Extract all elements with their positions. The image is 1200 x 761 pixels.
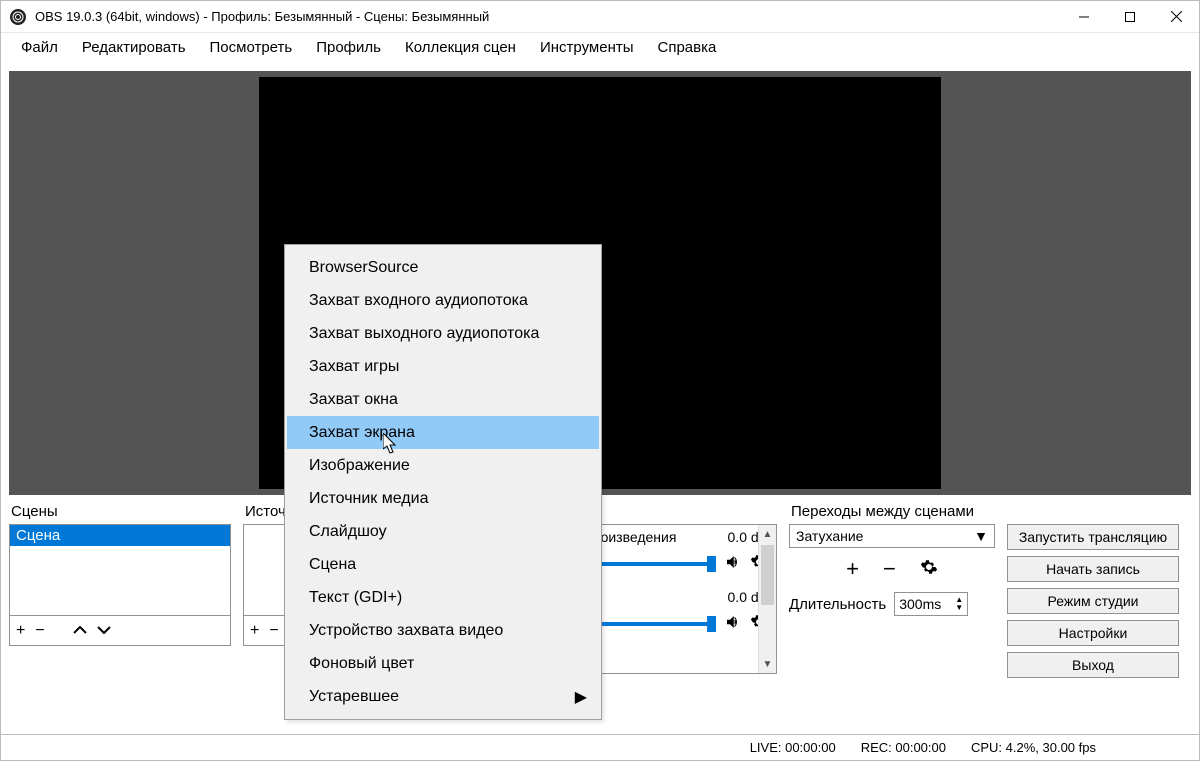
spinbox-arrows-icon[interactable]: ▲▼	[955, 596, 963, 612]
add-transition-icon[interactable]: +	[846, 556, 859, 582]
menu-help[interactable]: Справка	[646, 35, 729, 60]
ctx-item-deprecated[interactable]: Устаревшее ▶	[287, 680, 599, 713]
maximize-button[interactable]	[1107, 1, 1153, 33]
window-title: OBS 19.0.3 (64bit, windows) - Профиль: Б…	[35, 9, 1061, 24]
add-source-context-menu: BrowserSource Захват входного аудиопоток…	[284, 244, 602, 720]
exit-button[interactable]: Выход	[1007, 652, 1179, 678]
remove-scene-icon[interactable]: −	[35, 623, 44, 639]
ctx-item-window-capture[interactable]: Захват окна	[287, 383, 599, 416]
start-stream-button[interactable]: Запустить трансляцию	[1007, 524, 1179, 550]
speaker-icon[interactable]	[724, 553, 742, 575]
ctx-item-display-capture[interactable]: Захват экрана	[287, 416, 599, 449]
studio-mode-button[interactable]: Режим студии	[1007, 588, 1179, 614]
start-record-button[interactable]: Начать запись	[1007, 556, 1179, 582]
menu-file[interactable]: Файл	[9, 35, 70, 60]
obs-app-icon	[9, 8, 27, 26]
minimize-button[interactable]	[1061, 1, 1107, 33]
remove-source-icon[interactable]: −	[269, 623, 278, 639]
transitions-panel: Переходы между сценами Затухание ▼ + − Д…	[789, 499, 995, 616]
transition-selected: Затухание	[796, 528, 863, 544]
remove-transition-icon[interactable]: −	[883, 556, 896, 582]
ctx-item-text-gdi[interactable]: Текст (GDI+)	[287, 581, 599, 614]
duration-value: 300ms	[899, 596, 941, 612]
settings-button[interactable]: Настройки	[1007, 620, 1179, 646]
scenes-toolbar: + −	[10, 615, 230, 645]
mixer-scrollbar[interactable]: ▲ ▼	[758, 525, 776, 673]
status-cpu: CPU: 4.2%, 30.00 fps	[959, 740, 1109, 755]
scene-down-icon[interactable]	[97, 623, 111, 639]
controls-panel: . Запустить трансляцию Начать запись Реж…	[1007, 499, 1179, 684]
scroll-up-icon[interactable]: ▲	[759, 525, 776, 543]
scenes-list[interactable]: Сцена + −	[9, 524, 231, 646]
ctx-item-color-source[interactable]: Фоновый цвет	[287, 647, 599, 680]
add-source-icon[interactable]: +	[250, 623, 259, 639]
transition-settings-icon[interactable]	[920, 558, 938, 580]
scene-item[interactable]: Сцена	[10, 525, 230, 546]
window-titlebar: OBS 19.0.3 (64bit, windows) - Профиль: Б…	[1, 1, 1199, 33]
ctx-item-game-capture[interactable]: Захват игры	[287, 350, 599, 383]
ctx-item-image[interactable]: Изображение	[287, 449, 599, 482]
menu-tools[interactable]: Инструменты	[528, 35, 646, 60]
menu-profile[interactable]: Профиль	[304, 35, 393, 60]
scroll-thumb[interactable]	[761, 545, 774, 605]
ctx-item-slideshow[interactable]: Слайдшоу	[287, 515, 599, 548]
ctx-item-media-source[interactable]: Источник медиа	[287, 482, 599, 515]
ctx-item-video-capture[interactable]: Устройство захвата видео	[287, 614, 599, 647]
duration-spinbox[interactable]: 300ms ▲▼	[894, 592, 968, 616]
ctx-item-audio-output[interactable]: Захват выходного аудиопотока	[287, 317, 599, 350]
menu-edit[interactable]: Редактировать	[70, 35, 198, 60]
ctx-item-audio-input[interactable]: Захват входного аудиопотока	[287, 284, 599, 317]
speaker-icon[interactable]	[724, 613, 742, 635]
close-button[interactable]	[1153, 1, 1199, 33]
ctx-item-scene[interactable]: Сцена	[287, 548, 599, 581]
ctx-item-deprecated-label: Устаревшее	[309, 688, 399, 706]
transitions-label: Переходы между сценами	[791, 503, 995, 520]
duration-label: Длительность	[789, 596, 886, 613]
menu-view[interactable]: Посмотреть	[198, 35, 305, 60]
submenu-arrow-icon: ▶	[575, 687, 587, 707]
scenes-label: Сцены	[11, 503, 231, 520]
scroll-down-icon[interactable]: ▼	[759, 655, 776, 673]
menu-scene-collection[interactable]: Коллекция сцен	[393, 35, 528, 60]
status-bar: LIVE: 00:00:00 REC: 00:00:00 CPU: 4.2%, …	[1, 734, 1199, 760]
transition-select[interactable]: Затухание ▼	[789, 524, 995, 548]
dropdown-arrow-icon: ▼	[974, 528, 988, 544]
scene-up-icon[interactable]	[73, 623, 87, 639]
add-scene-icon[interactable]: +	[16, 623, 25, 639]
menu-bar: Файл Редактировать Посмотреть Профиль Ко…	[1, 33, 1199, 63]
ctx-item-browsersource[interactable]: BrowserSource	[287, 251, 599, 284]
window-controls	[1061, 1, 1199, 33]
status-live: LIVE: 00:00:00	[738, 740, 849, 755]
status-rec: REC: 00:00:00	[849, 740, 959, 755]
scenes-panel: Сцены Сцена + −	[9, 499, 231, 646]
